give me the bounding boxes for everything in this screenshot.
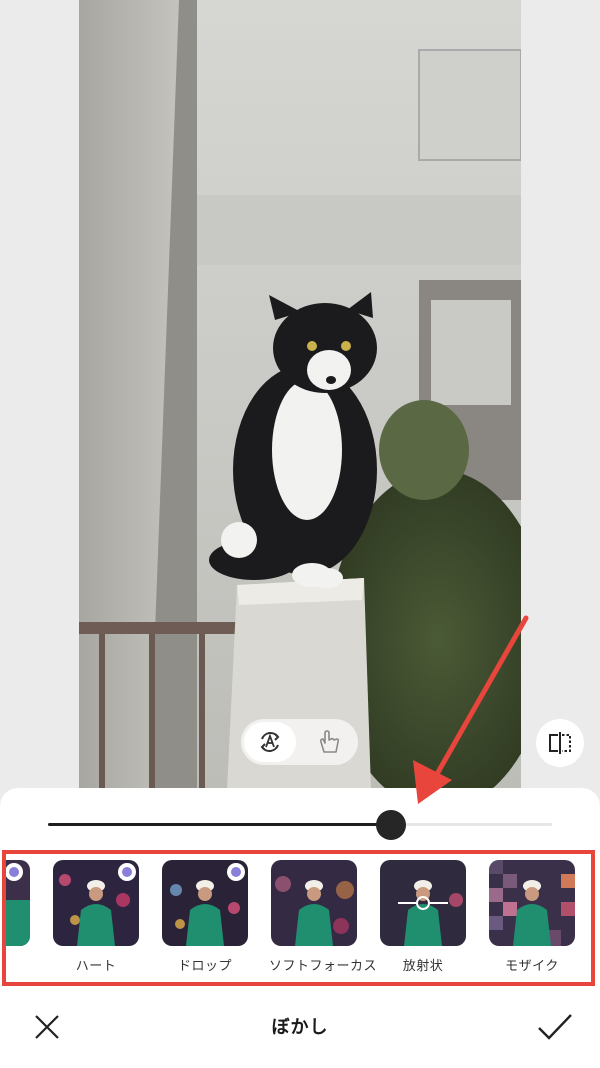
filter-label-radial: 放射状	[402, 959, 444, 974]
checkmark-icon	[538, 1014, 572, 1040]
auto-rotate-A-icon	[260, 732, 280, 752]
filter-item-drop[interactable]: ドロップ	[160, 860, 250, 974]
compare-button[interactable]	[536, 719, 584, 767]
filter-item-heart[interactable]: ハート	[51, 860, 141, 974]
filter-item-radial[interactable]: 放射状	[378, 860, 468, 974]
filter-item-mosaic[interactable]: モザイク	[487, 860, 577, 974]
filter-label-mosaic: モザイク	[505, 959, 559, 974]
blur-filter-list: ハート ドロップ ソフトフォーカス 放射状 モザイク	[2, 850, 595, 986]
filter-label-drop: ドロップ	[177, 959, 232, 974]
slider-fill	[48, 823, 391, 826]
auto-mode-button[interactable]	[244, 722, 296, 762]
photo-preview	[79, 0, 521, 790]
page-title: ぼかし	[271, 1017, 329, 1038]
hand-brush-icon	[319, 730, 340, 753]
filter-thumbnail	[271, 860, 357, 946]
filter-thumbnail	[380, 860, 466, 946]
slider-thumb[interactable]	[375, 810, 406, 840]
confirm-button[interactable]	[537, 1012, 573, 1042]
filter-label-soft-focus: ソフトフォーカス	[269, 959, 378, 974]
manual-mode-button[interactable]	[303, 722, 355, 762]
filter-thumbnail	[489, 860, 575, 946]
filter-thumbnail	[6, 860, 30, 946]
filter-thumbnail	[162, 860, 248, 946]
filter-label-heart: ハート	[75, 959, 117, 974]
blur-intensity-slider[interactable]	[48, 810, 552, 840]
blur-mode-toggle	[241, 719, 358, 765]
filter-item-soft-focus[interactable]: ソフトフォーカス	[269, 860, 378, 974]
filter-item-partial[interactable]	[6, 860, 32, 955]
compare-split-icon	[549, 732, 571, 754]
filter-thumbnail	[53, 860, 139, 946]
